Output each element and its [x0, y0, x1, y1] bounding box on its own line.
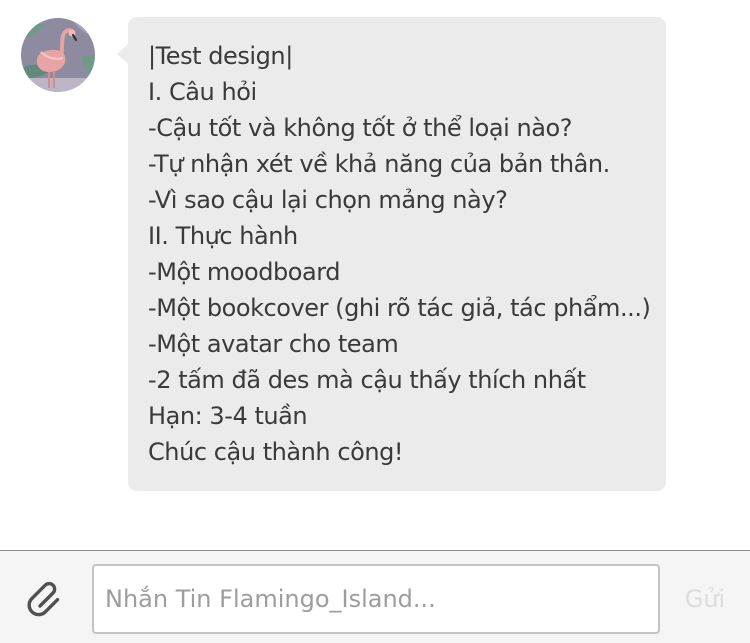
paperclip-icon — [27, 581, 60, 617]
message-line: II. Thực hành — [148, 222, 298, 250]
message-line: -Một moodboard — [148, 258, 341, 286]
message-line: -Một bookcover (ghi rõ tác giả, tác phẩm… — [148, 294, 651, 322]
message-line: -Vì sao cậu lại chọn mảng này? — [148, 186, 508, 214]
send-button[interactable]: Gửi — [672, 564, 738, 634]
message-line: Hạn: 3-4 tuần — [148, 402, 308, 430]
message-line: -Một avatar cho team — [148, 330, 399, 358]
avatar[interactable] — [21, 18, 95, 92]
message-line: -Cậu tốt và không tốt ở thể loại nào? — [148, 114, 573, 142]
attach-button[interactable] — [20, 573, 70, 623]
message-line: Chúc cậu thành công! — [148, 438, 404, 466]
message-input[interactable] — [92, 564, 660, 634]
message-line: |Test design| — [148, 42, 293, 70]
chat-thread: |Test design| I. Câu hỏi -Cậu tốt và khô… — [0, 0, 750, 550]
message-line: I. Câu hỏi — [148, 78, 257, 106]
message-line: -Tự nhận xét về khả năng của bản thân. — [148, 150, 610, 178]
flamingo-avatar-image — [21, 18, 95, 92]
message-composer: Gửi — [0, 550, 750, 643]
bubble-tail — [117, 44, 128, 64]
message-line: -2 tấm đã des mà cậu thấy thích nhất — [148, 366, 586, 394]
message-bubble: |Test design| I. Câu hỏi -Cậu tốt và khô… — [128, 17, 666, 491]
